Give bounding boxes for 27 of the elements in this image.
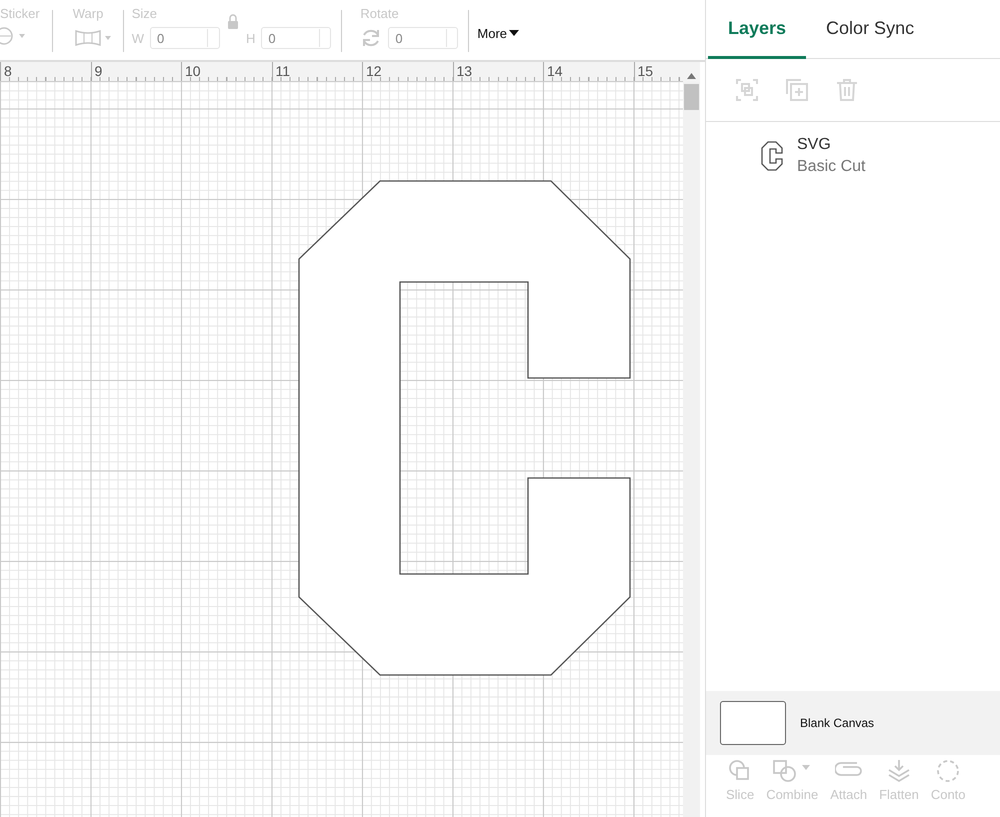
scroll-up-button[interactable]	[683, 62, 700, 82]
ruler-number: 12	[366, 63, 382, 79]
layer-operation[interactable]: Basic Cut	[797, 158, 866, 176]
warp-icon[interactable]	[72, 27, 113, 47]
ruler-number: 10	[185, 63, 201, 79]
ruler-number: 11	[276, 63, 290, 79]
ruler-number: 15	[638, 63, 654, 79]
ruler-number: 13	[456, 63, 472, 79]
lock-icon[interactable]	[226, 14, 240, 30]
ruler-number: 8	[4, 63, 12, 79]
layer-name[interactable]: SVG	[797, 136, 866, 154]
ruler-number: 14	[547, 63, 563, 79]
up-arrow-icon	[687, 73, 696, 79]
panel-tab[interactable]: Layers	[708, 0, 806, 59]
dashed-circle-icon	[935, 759, 962, 783]
combine-icon	[772, 759, 812, 783]
sticker-icon[interactable]	[0, 27, 26, 45]
letter-thumbnail-icon[interactable]	[761, 141, 783, 171]
ruler-number: 9	[94, 63, 102, 79]
scrollbar[interactable]	[683, 82, 700, 817]
more-button[interactable]: More	[477, 26, 520, 40]
flatten-icon	[886, 759, 912, 783]
caret-icon	[509, 30, 520, 36]
canvas-label[interactable]: Blank Canvas	[800, 716, 874, 730]
canvas-swatch[interactable]	[720, 701, 786, 745]
panel-tab[interactable]: Color Sync	[806, 0, 934, 59]
letter-shape[interactable]	[298, 180, 631, 676]
